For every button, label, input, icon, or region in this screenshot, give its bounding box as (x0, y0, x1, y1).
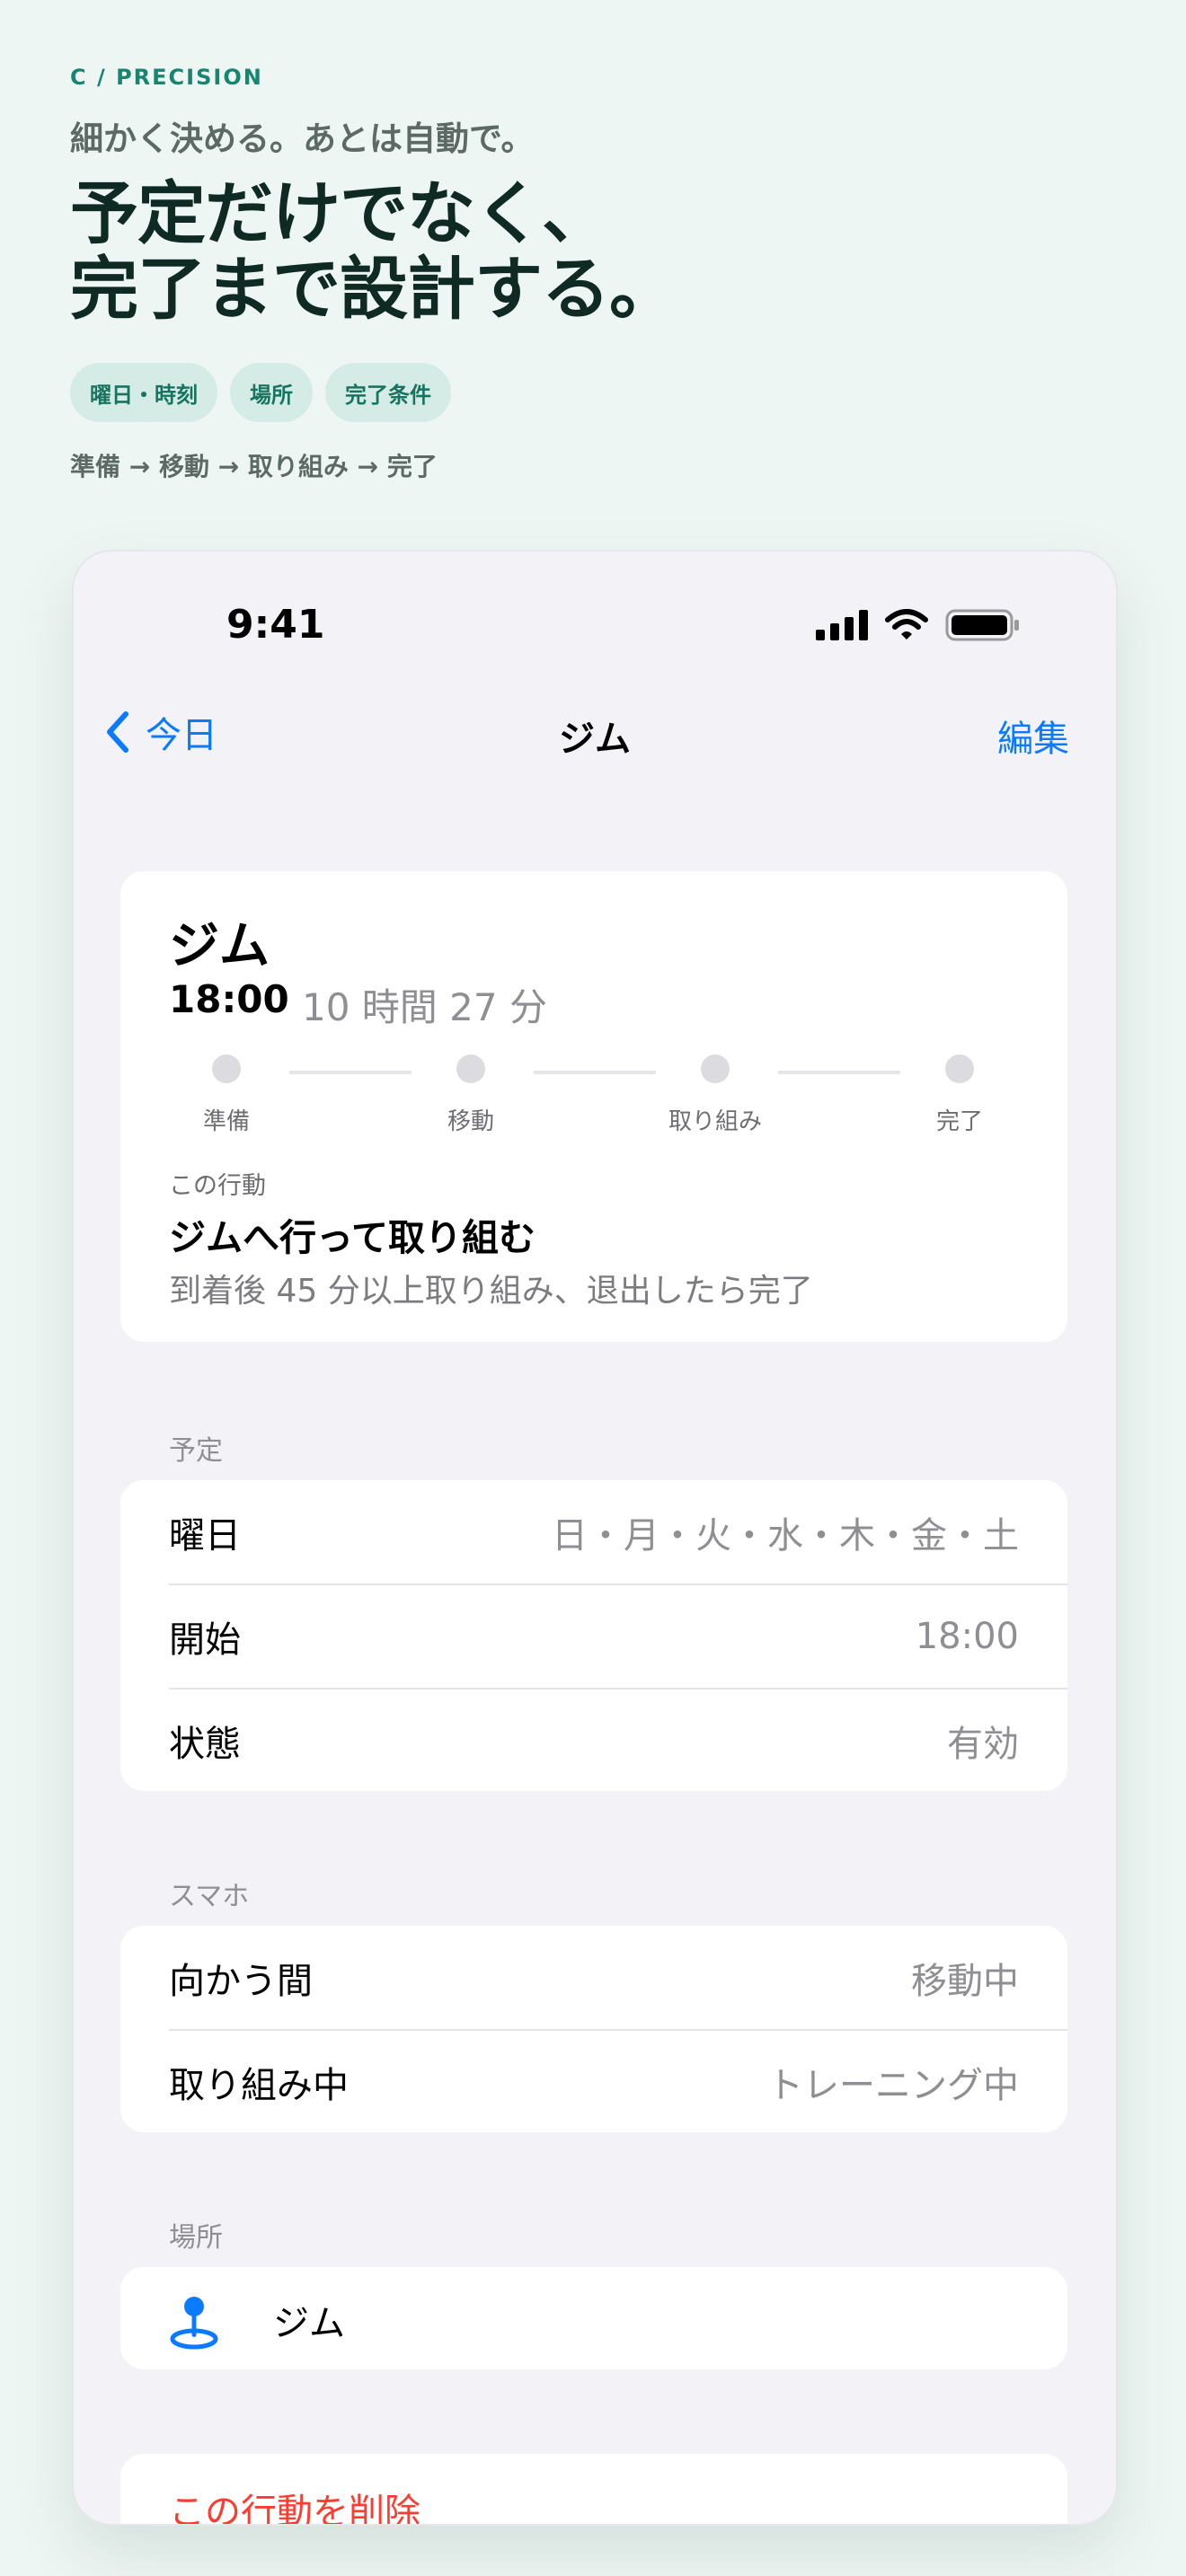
edit-button[interactable]: 編集 (997, 710, 1069, 762)
row-value: 移動中 (911, 1960, 1019, 2002)
chip-day-time: 曜日・時刻 (70, 363, 217, 422)
location-name: ジム (273, 2303, 345, 2344)
step-dot (701, 1054, 730, 1083)
step-done: 完了 (888, 1054, 1031, 1136)
location-pin-icon (170, 2297, 218, 2350)
headline: 予定だけでなく、 完了まで設計する。 (70, 176, 677, 327)
step-dot (945, 1054, 974, 1083)
step-label: 移動 (447, 1108, 494, 1135)
row-label: 開始 (169, 1619, 241, 1661)
phone-mode-card: 向かう間 移動中 取り組み中 トレーニング中 (120, 1926, 1067, 2132)
behavior-caption: この行動 (169, 1172, 266, 1200)
time-remaining: 10 時間 27 分 (302, 985, 547, 1029)
start-time: 18:00 (169, 977, 289, 1021)
step-travel: 移動 (399, 1054, 543, 1136)
step-connector (289, 1071, 412, 1074)
battery-icon (945, 609, 1019, 641)
step-dot (212, 1054, 241, 1083)
step-prepare: 準備 (155, 1054, 298, 1136)
row-start[interactable]: 開始 18:00 (120, 1584, 1067, 1688)
section-header-phone: スマホ (169, 1881, 250, 1912)
row-value: トレーニング中 (767, 2064, 1019, 2106)
headline-line-1: 予定だけでなく、 (70, 173, 610, 253)
chip-completion: 完了条件 (325, 363, 451, 422)
nav-title: ジム (559, 719, 631, 760)
status-icons (816, 609, 1021, 641)
step-engage: 取り組み (643, 1054, 787, 1136)
cellular-signal-icon (816, 610, 868, 640)
behavior-description: 到着後 45 分以上取り組み、退出したら完了 (169, 1273, 813, 1310)
feature-chips: 曜日・時刻 場所 完了条件 (70, 363, 451, 422)
row-value: 有効 (947, 1723, 1019, 1765)
row-while-traveling[interactable]: 向かう間 移動中 (120, 1926, 1067, 2029)
step-label: 取り組み (668, 1108, 762, 1135)
summary-title: ジム (169, 917, 270, 975)
row-label: 曜日 (169, 1514, 241, 1557)
wifi-icon (885, 609, 928, 640)
row-value: 18:00 (915, 1615, 1019, 1657)
row-value: 日・月・火・水・木・金・土 (552, 1514, 1019, 1557)
step-connector (534, 1071, 656, 1074)
phone-screen: 9:41 今日 ジム 編集 ジム 18:00 10 時間 27 分 準備 移動 … (72, 550, 1118, 2526)
chip-place: 場所 (230, 363, 313, 422)
flow-text: 準備 → 移動 → 取り組み → 完了 (70, 452, 438, 481)
row-days[interactable]: 曜日 日・月・火・水・木・金・土 (120, 1480, 1067, 1584)
row-while-engaged[interactable]: 取り組み中 トレーニング中 (120, 2030, 1067, 2133)
step-label: 完了 (935, 1108, 983, 1135)
row-label: 取り組み中 (169, 2064, 349, 2106)
location-card[interactable]: ジム (120, 2267, 1067, 2369)
status-time: 9:41 (226, 602, 325, 648)
step-label: 準備 (202, 1108, 250, 1135)
schedule-card: 曜日 日・月・火・水・木・金・土 開始 18:00 状態 有効 (120, 1480, 1067, 1791)
row-status[interactable]: 状態 有効 (120, 1689, 1067, 1792)
delete-button[interactable]: この行動を削除 (120, 2454, 1067, 2526)
row-label: 向かう間 (169, 1960, 313, 2002)
section-header-location: 場所 (169, 2222, 223, 2254)
summary-card: ジム 18:00 10 時間 27 分 準備 移動 取り組み 完了 この行動 ジ… (120, 871, 1067, 1342)
eyebrow-label: C / PRECISION (70, 65, 263, 90)
step-dot (456, 1054, 485, 1083)
row-label: 状態 (169, 1723, 241, 1765)
behavior-title: ジムへ行って取り組む (169, 1216, 535, 1259)
step-connector (778, 1071, 900, 1074)
headline-line-2: 完了まで設計する。 (70, 249, 677, 329)
tagline: 細かく決める。あとは自動で。 (70, 119, 535, 158)
section-header-schedule: 予定 (169, 1435, 223, 1467)
delete-label: この行動を削除 (169, 2492, 420, 2526)
